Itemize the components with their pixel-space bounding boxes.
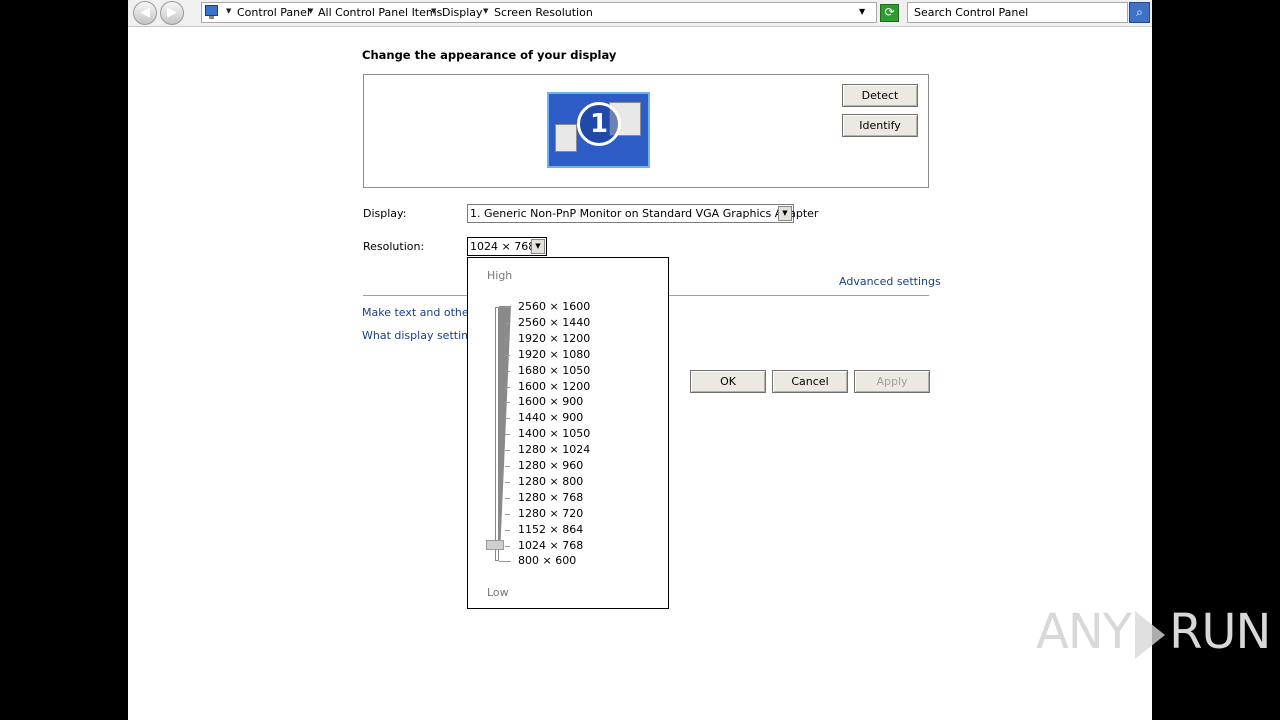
address-bar: ◀ ▶ ▼ Control Panel ▼ All Control Panel … [128,0,1152,27]
resolution-option[interactable]: 1920 × 1080 [518,348,590,361]
crumb-control-panel[interactable]: Control Panel [237,6,310,19]
chevron-down-icon[interactable]: ▼ [531,239,545,254]
search-icon[interactable]: ⌕ [1129,2,1150,23]
slider-tick [505,307,510,308]
watermark-right: RUN [1169,604,1271,660]
window-thumbnail [555,124,577,152]
display-label: Display: [363,207,407,220]
slider-tick [505,481,510,483]
resolution-option[interactable]: 1280 × 800 [518,475,583,488]
cancel-button[interactable]: Cancel [772,370,848,393]
slider-tick [505,466,510,467]
resolution-option[interactable]: 1680 × 1050 [518,364,590,377]
resolution-option[interactable]: 2560 × 1440 [518,316,590,329]
address-dropdown-icon[interactable]: ▼ [859,7,865,16]
high-label: High [487,269,513,282]
resolution-label: Resolution: [363,240,425,253]
resolution-option[interactable]: 1600 × 1200 [518,380,590,393]
slider-tick [505,386,510,388]
breadcrumb[interactable]: ▼ Control Panel ▼ All Control Panel Item… [201,2,877,23]
slider-tick [505,529,510,531]
resolution-option[interactable]: 1440 × 900 [518,411,583,424]
monitor-number: 1 [577,102,621,146]
slider-tick [505,497,510,499]
chevron-right-icon[interactable]: ▼ [226,7,231,15]
chevron-right-icon[interactable]: ▼ [308,7,313,15]
page-title: Change the appearance of your display [362,48,617,62]
screen-resolution-window: ◀ ▶ ▼ Control Panel ▼ All Control Panel … [128,0,1152,720]
slider-tick [505,545,510,547]
slider-tick [505,402,510,404]
forward-button[interactable]: ▶ [160,1,184,25]
ok-button[interactable]: OK [690,370,766,393]
resolution-option[interactable]: 800 × 600 [518,554,576,567]
refresh-icon[interactable]: ⟳ [880,4,899,22]
resolution-option[interactable]: 1280 × 1024 [518,443,590,456]
search-input[interactable]: Search Control Panel [907,2,1128,23]
chevron-right-icon[interactable]: ▼ [483,7,488,15]
resolution-option[interactable]: 2560 × 1600 [518,300,590,313]
display-select[interactable]: 1. Generic Non-PnP Monitor on Standard V… [467,204,818,223]
slider-tick [505,338,510,340]
slider-tick [505,354,510,356]
slider-tick [505,513,510,515]
resolution-option[interactable]: 1600 × 900 [518,395,583,408]
resolution-option[interactable]: 1024 × 768 [518,539,583,552]
slider-wedge [499,306,511,546]
slider-tick [505,561,510,563]
monitor-icon[interactable]: 1 [547,92,650,168]
advanced-settings-link[interactable]: Advanced settings [839,275,941,288]
display-settings-help-link[interactable]: What display settings [362,329,481,342]
crumb-all-items[interactable]: All Control Panel Items [318,6,442,19]
watermark-logo: ANY RUN [1036,604,1271,660]
resolution-option[interactable]: 1400 × 1050 [518,427,590,440]
chevron-down-icon[interactable]: ▼ [778,206,792,221]
resolution-option[interactable]: 1152 × 864 [518,523,583,536]
resolution-option[interactable]: 1920 × 1200 [518,332,590,345]
resolution-option[interactable]: 1280 × 768 [518,491,583,504]
resolution-select-value: 1024 × 768 [470,240,536,253]
detect-button[interactable]: Detect [842,84,918,107]
slider-thumb[interactable] [486,540,504,550]
slider-tick [505,322,510,324]
slider-tick [505,418,510,420]
text-size-link[interactable]: Make text and other it [362,306,484,319]
identify-button[interactable]: Identify [842,114,918,137]
resolution-option[interactable]: 1280 × 720 [518,507,583,520]
play-icon [1135,611,1166,659]
slider-tick [505,450,510,452]
resolution-option[interactable]: 1280 × 960 [518,459,583,472]
slider-tick [505,434,510,436]
resolution-select[interactable]: 1024 × 768 ▼ [467,237,547,256]
resolution-dropdown: High 2560 × 1600 2560 × 1440 1920 × 1200 19… [467,257,669,609]
chevron-right-icon[interactable]: ▼ [431,7,436,15]
display-select-value: 1. Generic Non-PnP Monitor on Standard V… [470,207,819,220]
slider-track[interactable] [495,307,499,561]
crumb-display[interactable]: Display [442,6,483,19]
control-panel-icon [205,5,218,19]
watermark-left: ANY [1036,604,1132,660]
apply-button[interactable]: Apply [854,370,930,393]
crumb-screen-resolution[interactable]: Screen Resolution [494,6,593,19]
back-button[interactable]: ◀ [133,1,157,25]
low-label: Low [487,586,509,599]
slider-tick [505,370,510,372]
